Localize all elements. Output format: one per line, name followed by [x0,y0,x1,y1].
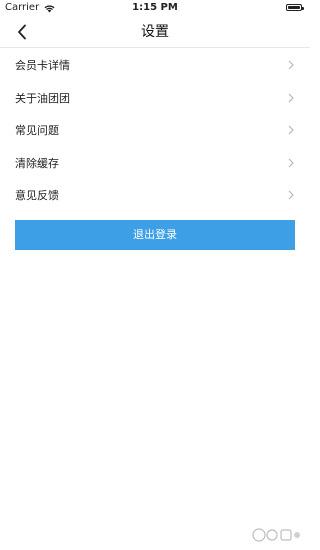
watermark-logo [252,528,300,542]
chevron-right-icon [287,189,295,201]
menu-item-clear-cache[interactable]: 清除缓存 [0,147,310,180]
menu-item-about[interactable]: 关于油团团 [0,82,310,115]
status-time: 1:15 PM [132,2,178,13]
battery-icon [286,4,304,11]
menu-item-feedback[interactable]: 意见反馈 [0,179,310,212]
menu-item-label: 常见问题 [15,124,59,138]
status-bar: Carrier 1:15 PM [0,0,310,16]
chevron-right-icon [287,59,295,71]
logout-button[interactable]: 退出登录 [15,220,295,250]
menu-item-label: 关于油团团 [15,91,70,105]
battery-fill [288,6,300,9]
menu-item-faq[interactable]: 常见问题 [0,114,310,147]
chevron-right-icon [287,124,295,136]
menu-item-membership-card[interactable]: 会员卡详情 [0,49,310,82]
menu-item-label: 清除缓存 [15,156,59,170]
chevron-right-icon [287,157,295,169]
menu-item-label: 会员卡详情 [15,59,70,73]
nav-bar: 设置 [0,16,310,48]
settings-menu: 会员卡详情 关于油团团 常见问题 清除缓存 意见反馈 [0,49,310,212]
menu-item-label: 意见反馈 [15,189,59,203]
chevron-right-icon [287,92,295,104]
page-title: 设置 [141,24,169,40]
